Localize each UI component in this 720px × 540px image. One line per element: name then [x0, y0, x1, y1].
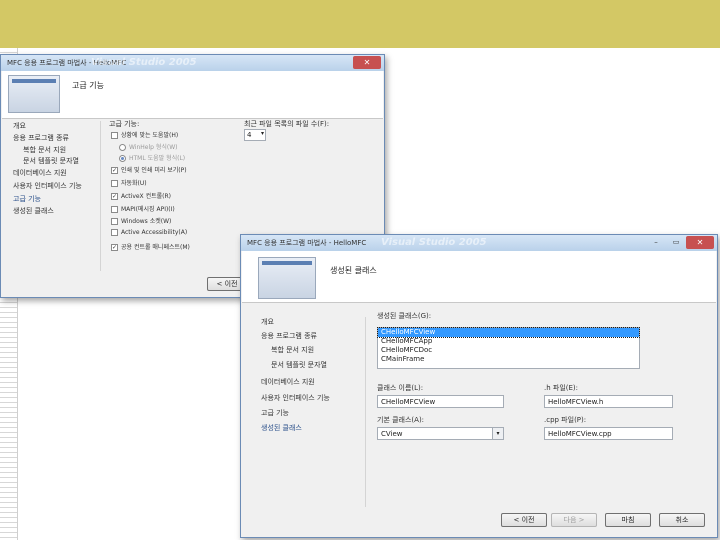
front-nav-compound-doc[interactable]: 복합 문서 지원 [271, 345, 314, 355]
htmlhelp-radio[interactable]: HTML 도움말 형식(L) [119, 153, 185, 162]
back-nav-app-type[interactable]: 응용 프로그램 종류 [13, 133, 69, 143]
class-list-item[interactable]: CHelloMFCView [377, 327, 640, 338]
front-nav-doc-template[interactable]: 문서 템플릿 문자열 [271, 360, 327, 370]
generated-classes-list[interactable]: CHelloMFCView CHelloMFCApp CHelloMFCDoc … [377, 327, 640, 369]
next-button[interactable]: 다음 > [551, 513, 597, 527]
wizard-banner-image [8, 75, 60, 113]
back-nav-separator [100, 121, 101, 271]
context-help-checkbox[interactable]: 상황에 맞는 도움말(H) [111, 130, 178, 139]
h-file-field[interactable]: HelloMFCView.h [544, 395, 673, 408]
front-nav-separator [365, 317, 366, 507]
base-class-combo[interactable]: CView ▾ [377, 427, 504, 440]
front-nav-advanced[interactable]: 고급 기능 [261, 408, 289, 418]
back-nav-generated-classes[interactable]: 생성된 클래스 [13, 206, 54, 216]
minimize-button[interactable]: – [647, 237, 665, 248]
back-header-title: 고급 기능 [72, 81, 104, 90]
base-class-label: 기본 클래스(A): [377, 416, 425, 424]
front-wizard-window: MFC 응용 프로그램 마법사 - HelloMFC Visual Studio… [240, 234, 718, 538]
cpp-file-label: .cpp 파일(P): [544, 416, 587, 424]
class-name-label: 클래스 이름(L): [377, 384, 424, 392]
back-nav-compound-doc[interactable]: 복합 문서 지원 [23, 145, 66, 155]
windows-sockets-checkbox[interactable]: Windows 소켓(W) [111, 216, 171, 225]
back-nav-advanced[interactable]: 고급 기능 [13, 194, 41, 204]
front-nav-overview[interactable]: 개요 [261, 317, 274, 327]
front-nav-database[interactable]: 데이터베이스 지원 [261, 377, 315, 387]
generated-classes-label: 생성된 클래스(G): [377, 312, 432, 320]
wizard-banner-image [258, 257, 316, 299]
class-list-item[interactable]: CHelloMFCDoc [378, 346, 639, 355]
common-control-manifest-checkbox[interactable]: ✓ 공용 컨트롤 매니페스트(M) [111, 242, 190, 251]
back-close-button[interactable]: ✕ [353, 56, 381, 69]
advanced-features-label: 고급 기능: [109, 120, 140, 128]
back-header: 고급 기능 [2, 71, 383, 119]
chevron-down-icon[interactable]: ▾ [492, 428, 503, 439]
chevron-down-icon: ▾ [260, 130, 264, 137]
automation-checkbox[interactable]: 자동화(U) [111, 178, 147, 187]
back-nav-doc-template[interactable]: 문서 템플릿 문자열 [23, 156, 79, 166]
h-file-label: .h 파일(E): [544, 384, 579, 392]
back-titlebar[interactable]: MFC 응용 프로그램 마법사 - HelloMFC Visual Studio… [1, 55, 384, 71]
cancel-button[interactable]: 취소 [659, 513, 705, 527]
mru-files-label: 최근 파일 목록의 파일 수(F): [244, 120, 330, 128]
front-nav-generated-classes[interactable]: 생성된 클래스 [261, 423, 302, 433]
activex-checkbox[interactable]: ✓ ActiveX 컨트롤(R) [111, 191, 171, 200]
maximize-button[interactable]: ▭ [667, 237, 685, 248]
winhelp-radio[interactable]: WinHelp 형식(W) [119, 142, 178, 151]
class-list-item[interactable]: CHelloMFCApp [378, 337, 639, 346]
back-nav-overview[interactable]: 개요 [13, 121, 26, 131]
front-nav-ui-features[interactable]: 사용자 인터페이스 기능 [261, 393, 330, 403]
front-window-title: MFC 응용 프로그램 마법사 - HelloMFC [247, 239, 367, 247]
back-nav-database[interactable]: 데이터베이스 지원 [13, 168, 67, 178]
active-accessibility-checkbox[interactable]: Active Accessibility(A) [111, 229, 187, 236]
mru-files-combo[interactable]: 4 ▾ [244, 129, 266, 141]
class-name-field[interactable]: CHelloMFCView [377, 395, 504, 408]
front-header-title: 생성된 클래스 [330, 266, 377, 275]
prev-button[interactable]: < 이전 [501, 513, 547, 527]
back-watermark: Visual Studio 2005 [91, 57, 197, 68]
mapi-checkbox[interactable]: MAPI(메시징 API)(I) [111, 204, 175, 213]
front-watermark: Visual Studio 2005 [381, 237, 487, 248]
print-preview-checkbox[interactable]: ✓ 인쇄 및 인쇄 미리 보기(P) [111, 165, 187, 174]
front-titlebar[interactable]: MFC 응용 프로그램 마법사 - HelloMFC Visual Studio… [241, 235, 717, 251]
cpp-file-field[interactable]: HelloMFCView.cpp [544, 427, 673, 440]
finish-button[interactable]: 마침 [605, 513, 651, 527]
front-nav-app-type[interactable]: 응용 프로그램 종류 [261, 331, 317, 341]
front-close-button[interactable]: ✕ [686, 236, 714, 249]
front-header: 생성된 클래스 [242, 251, 716, 303]
class-list-item[interactable]: CMainFrame [378, 355, 639, 364]
back-nav-ui-features[interactable]: 사용자 인터페이스 기능 [13, 181, 82, 191]
slide-top-band [0, 0, 720, 48]
